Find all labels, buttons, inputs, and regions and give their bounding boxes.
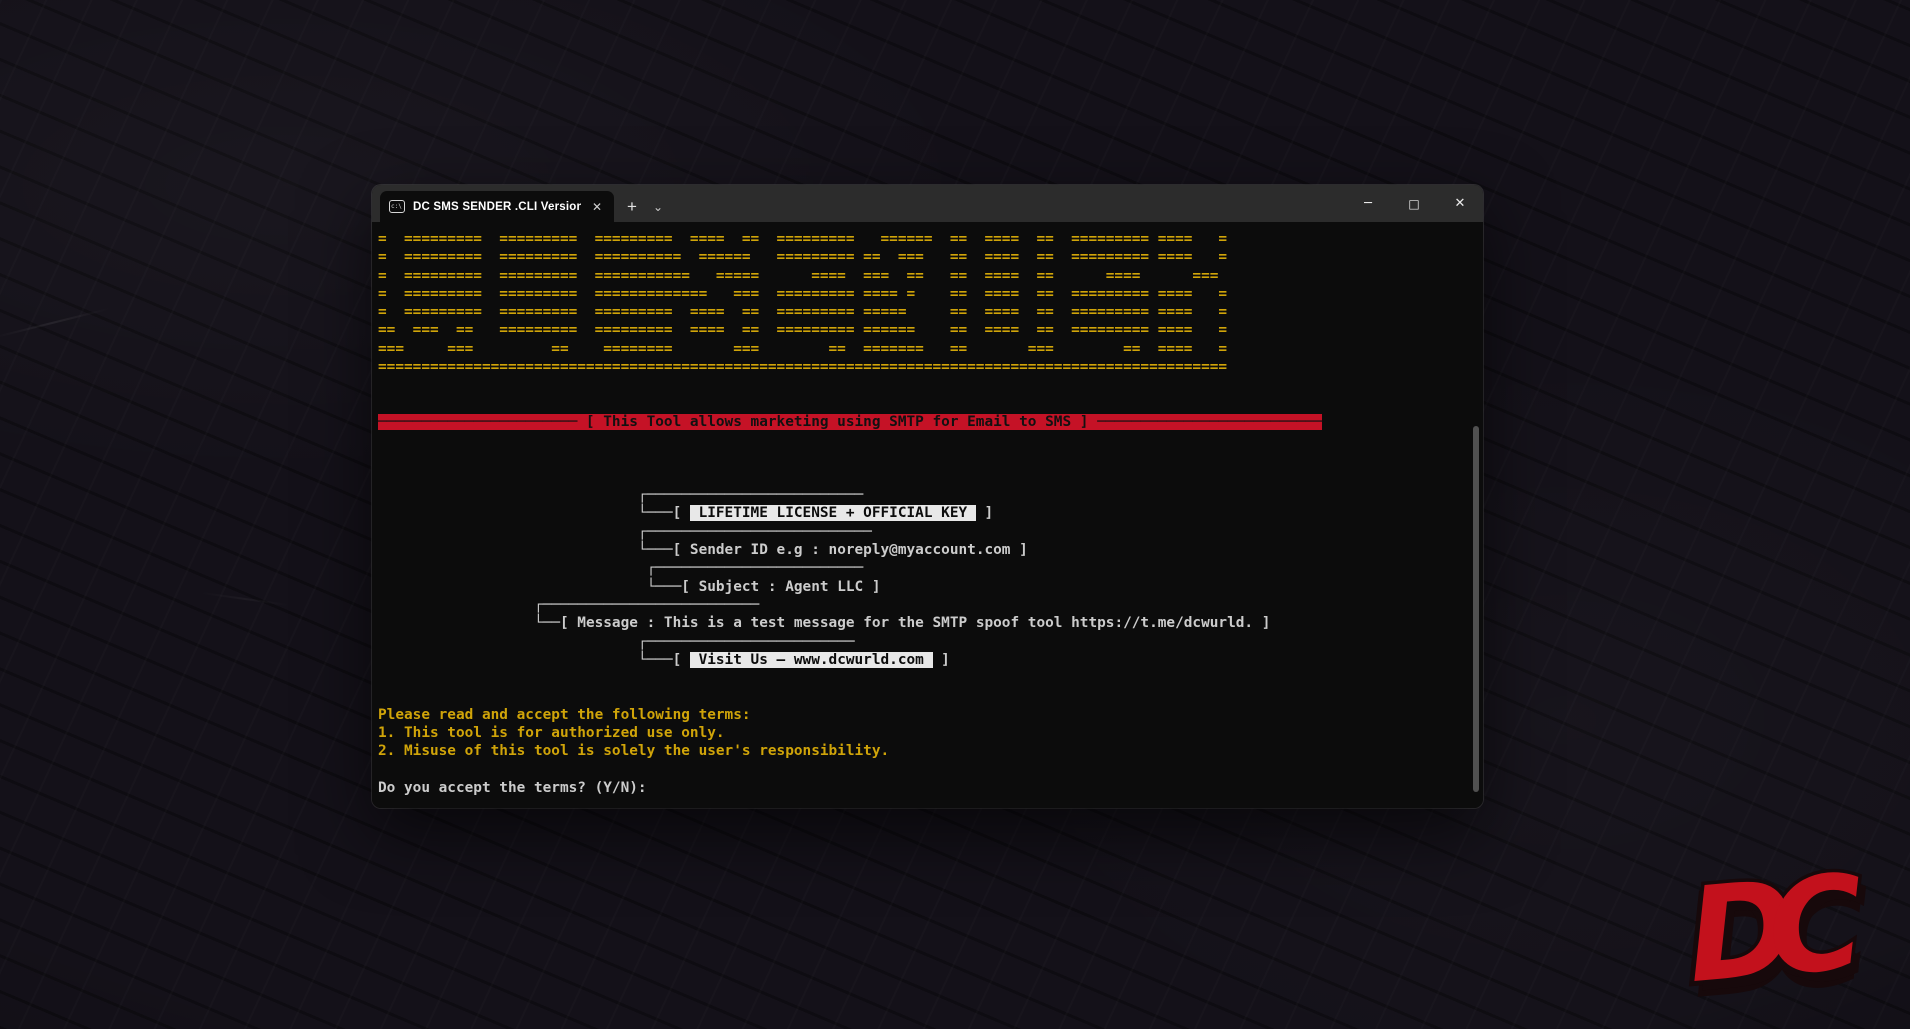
ascii-art-line: = ========= ========= =========== ===== …	[378, 267, 1322, 285]
prompt-line[interactable]: Do you accept the terms? (Y/N):	[378, 779, 1322, 797]
window-controls: ─ □ ✕	[1345, 185, 1483, 222]
desktop-scratch-mark	[0, 308, 110, 339]
terminal-body[interactable]: = ========= ========= ========= ==== == …	[372, 222, 1483, 808]
dc-logo-text: DC	[1681, 848, 1843, 1012]
highlighted-text: Visit Us – www.dcwurld.com	[690, 652, 933, 668]
dc-logo: DC	[1681, 843, 1910, 1026]
entry-message: └──[ Message : This is a test message fo…	[378, 614, 1322, 632]
terminal-screen[interactable]: = ========= ========= ========= ==== == …	[378, 230, 1322, 797]
close-button[interactable]: ✕	[1437, 185, 1483, 222]
entry-subject: └───[ Subject : Agent LLC ]	[378, 578, 1322, 596]
blank-line	[378, 431, 1322, 449]
maximize-button[interactable]: □	[1391, 185, 1437, 222]
blank-line	[378, 687, 1322, 705]
desktop-scratch-mark	[200, 592, 289, 607]
entry-visit-us: └───[ Visit Us – www.dcwurld.com ]	[378, 651, 1322, 669]
entry-connector-visit-us: ┌────────────────────────	[378, 633, 1322, 651]
titlebar[interactable]: c:\ DC SMS SENDER .CLI Version ✕ + ⌄ ─ □…	[372, 185, 1483, 222]
ascii-art-line: = ========= ========= ============= === …	[378, 285, 1322, 303]
highlighted-text: LIFETIME LICENSE + OFFICIAL KEY	[690, 505, 976, 521]
entry-lifetime-license: └───[ LIFETIME LICENSE + OFFICIAL KEY ]	[378, 504, 1322, 522]
terms-line-2: 2. Misuse of this tool is solely the use…	[378, 742, 1322, 760]
minimize-button[interactable]: ─	[1345, 185, 1391, 222]
terms-line-1: 1. This tool is for authorized use only.	[378, 724, 1322, 742]
entry-connector-message: ┌─────────────────────────	[378, 596, 1322, 614]
entry-connector-lifetime-license: ┌─────────────────────────	[378, 486, 1322, 504]
blank-line	[378, 395, 1322, 413]
terms-line-0: Please read and accept the following ter…	[378, 706, 1322, 724]
red-banner: ─────────────────────── [ This Tool allo…	[378, 414, 1322, 430]
entry-connector-sender-id: ┌──────────────────────────	[378, 523, 1322, 541]
tab-title: DC SMS SENDER .CLI Version	[413, 201, 581, 213]
ascii-separator-line: ========================================…	[378, 358, 1322, 376]
ascii-art-line: = ========= ========= ========== ====== …	[378, 248, 1322, 266]
blank-line	[378, 468, 1322, 486]
chevron-down-icon[interactable]: ⌄	[653, 201, 663, 213]
tab-dc-sms-sender[interactable]: c:\ DC SMS SENDER .CLI Version ✕	[380, 191, 614, 222]
entry-connector-subject: ┌────────────────────────	[378, 559, 1322, 577]
new-tab-button[interactable]: +	[627, 198, 637, 215]
ascii-art-line: === === == ======== === == ======= == ==…	[378, 340, 1322, 358]
ascii-art-line: = ========= ========= ========= ==== == …	[378, 230, 1322, 248]
blank-line	[378, 761, 1322, 779]
blank-line	[378, 376, 1322, 394]
blank-line	[378, 450, 1322, 468]
command-prompt-icon: c:\	[389, 200, 405, 213]
scrollbar-thumb[interactable]	[1473, 426, 1479, 792]
ascii-art-line: == === == ========= ========= ==== == ==…	[378, 321, 1322, 339]
ascii-art-line: = ========= ========= ========= ==== == …	[378, 303, 1322, 321]
banner-line: ─────────────────────── [ This Tool allo…	[378, 413, 1322, 431]
terminal-window: c:\ DC SMS SENDER .CLI Version ✕ + ⌄ ─ □…	[372, 185, 1483, 808]
tab-close-icon[interactable]: ✕	[589, 199, 605, 215]
entry-sender-id: └───[ Sender ID e.g : noreply@myaccount.…	[378, 541, 1322, 559]
blank-line	[378, 669, 1322, 687]
